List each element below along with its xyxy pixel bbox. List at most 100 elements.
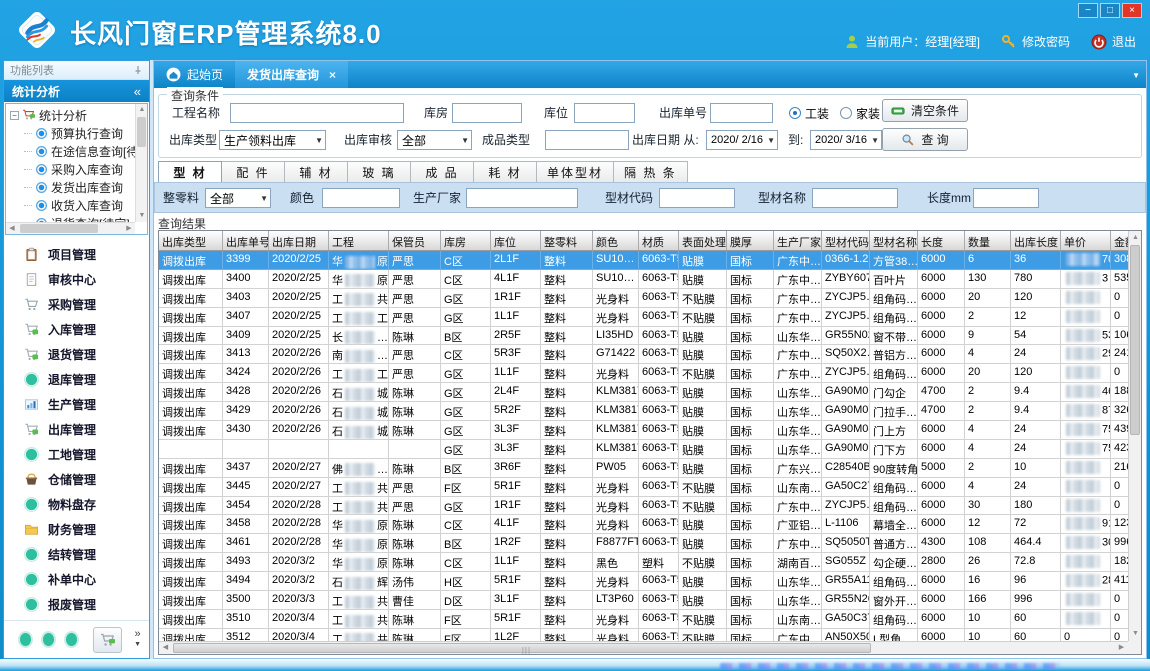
table-row[interactable]: 调拨出库34932020/3/2华原…陈琳C区1L1F整料黑色塑料不贴膜国标湖南… bbox=[159, 553, 1128, 572]
radio-home-install[interactable]: 家装 bbox=[840, 103, 880, 123]
order-no-input[interactable] bbox=[710, 103, 773, 123]
material-tab[interactable]: 耗 材 bbox=[473, 161, 537, 182]
project-name-input[interactable] bbox=[230, 103, 404, 123]
collapse-icon[interactable]: « bbox=[134, 84, 141, 99]
module-dot-icon[interactable] bbox=[43, 633, 54, 646]
sidebar-item-warehouse[interactable]: 仓储管理 bbox=[4, 467, 149, 492]
table-row[interactable]: 调拨出库34452020/2/27工共工程严思F区5R1F整料光身料6063-T… bbox=[159, 478, 1128, 497]
table-row[interactable]: 调拨出库33992020/2/25华原…严思C区2L1F整料SU10…6063-… bbox=[159, 251, 1128, 270]
table-row[interactable]: 调拨出库34072020/2/25工工程严思G区1L1F整料光身料6063-T5… bbox=[159, 308, 1128, 327]
section-header-statistics[interactable]: 统计分析 « bbox=[4, 80, 149, 102]
location-input[interactable] bbox=[574, 103, 635, 123]
maximize-button[interactable]: □ bbox=[1100, 3, 1120, 18]
sidebar-item-audit[interactable]: 审核中心 bbox=[4, 267, 149, 292]
sidebar-item-production[interactable]: 生产管理 bbox=[4, 392, 149, 417]
logout-button[interactable]: 退出 bbox=[1091, 33, 1136, 50]
tab-home[interactable]: 起始页 bbox=[154, 61, 235, 88]
tab-close-icon[interactable]: × bbox=[329, 68, 336, 82]
tab-shipment-outbound-query[interactable]: 发货出库查询 × bbox=[235, 61, 348, 88]
module-dot-icon[interactable] bbox=[66, 633, 77, 646]
column-header[interactable]: 长度 bbox=[918, 231, 965, 250]
column-header[interactable]: 整零料 bbox=[541, 231, 593, 250]
sidebar-item-return-store[interactable]: 退库管理 bbox=[4, 367, 149, 392]
column-header[interactable]: 库房 bbox=[441, 231, 491, 250]
color-input[interactable] bbox=[322, 188, 400, 208]
change-password-button[interactable]: 修改密码 bbox=[1001, 33, 1070, 50]
material-tab[interactable]: 型 材 bbox=[158, 161, 222, 182]
sidebar-item-returns[interactable]: 退货管理 bbox=[4, 342, 149, 367]
table-row[interactable]: 调拨出库34032020/2/25工共工程严思G区1R1F整料光身料6063-T… bbox=[159, 289, 1128, 308]
minimize-button[interactable]: − bbox=[1078, 3, 1098, 18]
close-button[interactable]: × bbox=[1122, 3, 1142, 18]
tree-item[interactable]: 采购入库查询 bbox=[10, 160, 147, 178]
search-button[interactable]: 查 询 bbox=[882, 128, 968, 151]
table-vertical-scrollbar[interactable]: ▲ ▼ bbox=[1128, 231, 1141, 641]
table-row[interactable]: 调拨出库34942020/3/2石辉城汤伟H区5R1F整料光身料6063-T5贴… bbox=[159, 572, 1128, 591]
tree-item[interactable]: 收货入库查询 bbox=[10, 196, 147, 214]
column-header[interactable]: 工程 bbox=[329, 231, 389, 250]
material-tab[interactable]: 配 件 bbox=[221, 161, 285, 182]
tree-item[interactable]: 发货出库查询 bbox=[10, 178, 147, 196]
tree-horizontal-scrollbar[interactable]: ◀ ▶ bbox=[6, 222, 135, 234]
sidebar-item-site[interactable]: 工地管理 bbox=[4, 442, 149, 467]
module-dot-icon[interactable] bbox=[20, 633, 31, 646]
table-row[interactable]: 调拨出库34132020/2/26南…严思C区5R3F整料G714226063-… bbox=[159, 345, 1128, 364]
table-row[interactable]: 调拨出库34242020/2/26工工程严思G区1L1F整料光身料6063-T5… bbox=[159, 364, 1128, 383]
pin-icon[interactable] bbox=[133, 65, 143, 75]
table-row[interactable]: 调拨出库34542020/2/28工共工程严思G区1R1F整料光身料6063-T… bbox=[159, 497, 1128, 516]
date-to-picker[interactable]: 2020/ 3/16▼ bbox=[810, 130, 882, 150]
table-row[interactable]: 调拨出库35122020/3/4工共工程陈琳F区1L2F整料光身料6063-T5… bbox=[159, 629, 1128, 641]
clear-conditions-button[interactable]: 清空条件 bbox=[882, 99, 968, 122]
column-header[interactable]: 出库日期 bbox=[269, 231, 329, 250]
column-header[interactable]: 保管员 bbox=[389, 231, 441, 250]
column-header[interactable]: 颜色 bbox=[593, 231, 639, 250]
table-row[interactable]: 调拨出库34582020/2/28华原…陈琳C区4L1F整料光身料6063-T5… bbox=[159, 515, 1128, 534]
table-row[interactable]: 调拨出库34092020/2/25长…陈琳B区2R5F整料LI35HD6063-… bbox=[159, 327, 1128, 346]
sidebar-item-project[interactable]: 项目管理 bbox=[4, 242, 149, 267]
audit-select[interactable]: 全部▼ bbox=[397, 130, 472, 150]
manufacturer-input[interactable] bbox=[466, 188, 578, 208]
profile-name-input[interactable] bbox=[812, 188, 898, 208]
sidebar-item-outbound[interactable]: 出库管理 bbox=[4, 417, 149, 442]
table-row[interactable]: 调拨出库34302020/2/26石城陈琳G区3L3F整料KLM38176063… bbox=[159, 421, 1128, 440]
tree-expander-icon[interactable]: − bbox=[10, 111, 19, 120]
column-header[interactable]: 数量 bbox=[965, 231, 1011, 250]
sidebar-overflow-button[interactable]: » ▼ bbox=[134, 630, 141, 649]
date-from-picker[interactable]: 2020/ 2/16▼ bbox=[706, 130, 778, 150]
sidebar-item-purchase[interactable]: 采购管理 bbox=[4, 292, 149, 317]
warehouse-input[interactable] bbox=[452, 103, 522, 123]
whole-part-select[interactable]: 全部▼ bbox=[205, 188, 271, 208]
table-row[interactable]: 调拨出库34002020/2/25华原…严思C区4L1F整料SU10…6063-… bbox=[159, 270, 1128, 289]
table-row[interactable]: 调拨出库35102020/3/4工共工程陈琳F区5R1F整料光身料6063-T5… bbox=[159, 610, 1128, 629]
tab-overflow-icon[interactable]: ▼ bbox=[1132, 71, 1140, 80]
material-tab[interactable]: 隔 热 条 bbox=[613, 161, 688, 182]
module-cart-button[interactable] bbox=[93, 627, 122, 653]
table-row[interactable]: 调拨出库34612020/2/28华原…陈琳B区1R2F整料F8877FT606… bbox=[159, 534, 1128, 553]
table-row[interactable]: 调拨出库34372020/2/27佛…陈琳B区3R6F整料PW056063-T5… bbox=[159, 459, 1128, 478]
table-row[interactable]: 调拨出库34282020/2/26石城陈琳G区2L4F整料KLM38176063… bbox=[159, 383, 1128, 402]
column-header[interactable]: 出库长度 bbox=[1011, 231, 1061, 250]
column-header[interactable]: 出库单号 bbox=[223, 231, 269, 250]
table-row[interactable]: 调拨出库35002020/3/3工共工程曹佳D区3L1F整料LT3P606063… bbox=[159, 591, 1128, 610]
out-type-select[interactable]: 生产领料出库▼ bbox=[219, 130, 326, 150]
sidebar-item-carryover[interactable]: 结转管理 bbox=[4, 542, 149, 567]
tree-item[interactable]: 在途信息查询[待 bbox=[10, 142, 147, 160]
table-row[interactable]: G区3L3F整料KLM38176063-T5贴膜国标山东华…GA90M09.门下… bbox=[159, 440, 1128, 459]
column-header[interactable]: 材质 bbox=[639, 231, 679, 250]
material-tab[interactable]: 成 品 bbox=[410, 161, 474, 182]
material-tab[interactable]: 单体型材 bbox=[536, 161, 614, 182]
length-input[interactable] bbox=[973, 188, 1039, 208]
sidebar-item-inventory[interactable]: 物料盘存 bbox=[4, 492, 149, 517]
table-horizontal-scrollbar[interactable]: ◀ ||| ▶ bbox=[159, 641, 1128, 654]
table-row[interactable]: 调拨出库34292020/2/26石城陈琳G区5R2F整料KLM38176063… bbox=[159, 402, 1128, 421]
column-header[interactable]: 型材代码 bbox=[822, 231, 870, 250]
column-header[interactable]: 生产厂家 bbox=[774, 231, 822, 250]
tree-item[interactable]: 预算执行查询 bbox=[10, 124, 147, 142]
tree-vertical-scrollbar[interactable]: ▲ ▼ bbox=[135, 104, 147, 222]
profile-code-input[interactable] bbox=[659, 188, 735, 208]
material-tab[interactable]: 辅 材 bbox=[284, 161, 348, 182]
material-tab[interactable]: 玻 璃 bbox=[347, 161, 411, 182]
radio-work-install[interactable]: 工装 bbox=[789, 103, 829, 123]
column-header[interactable]: 膜厚 bbox=[727, 231, 774, 250]
column-header[interactable]: 表面处理 bbox=[679, 231, 727, 250]
